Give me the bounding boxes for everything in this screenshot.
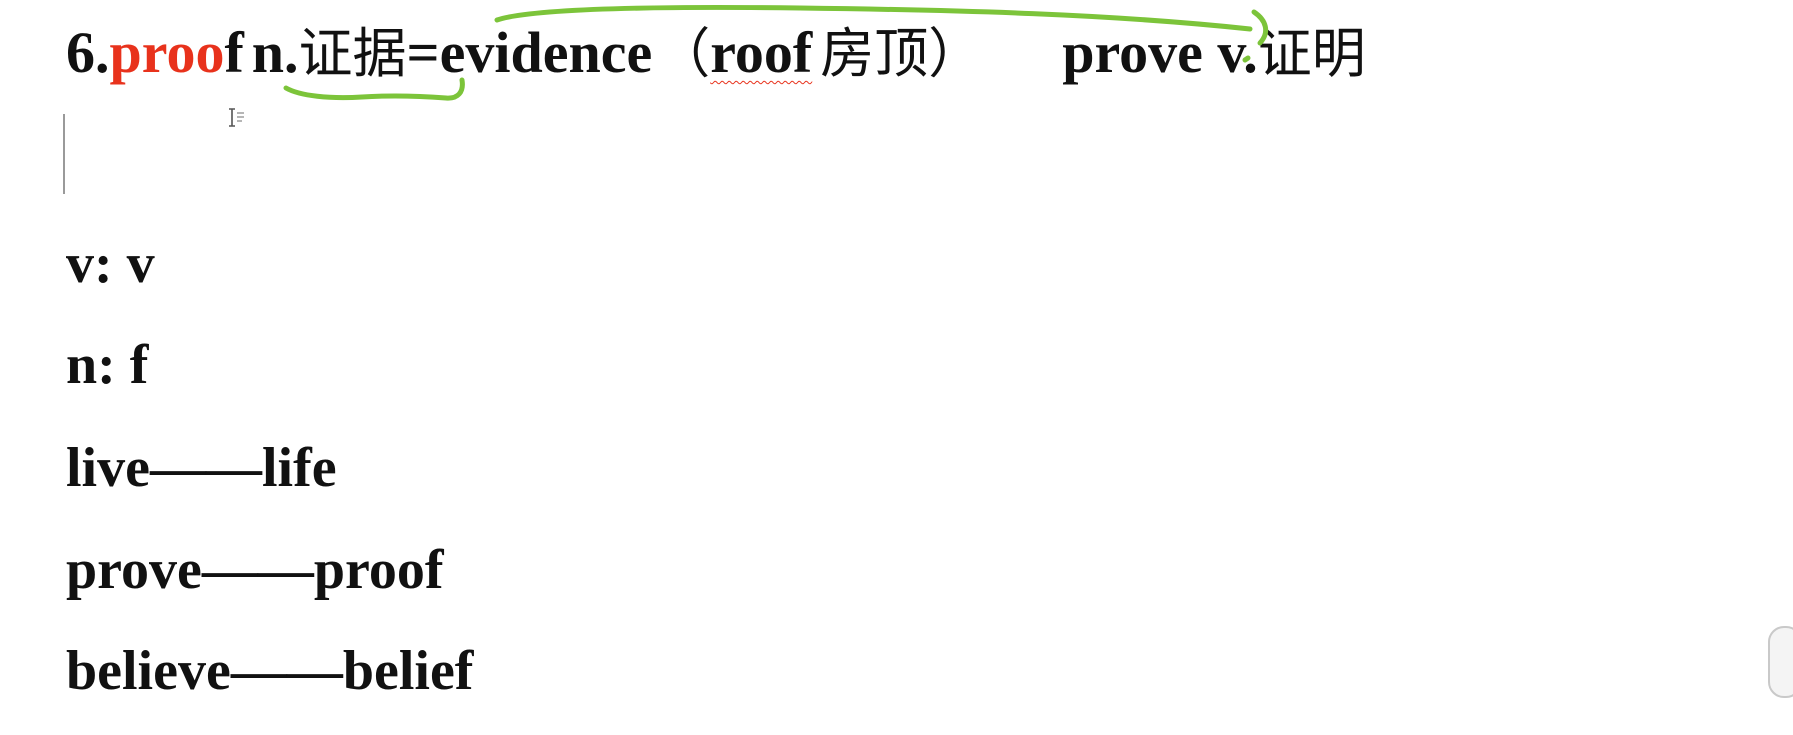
- rule-line-noun: n: f: [66, 334, 149, 396]
- verb-form: prove v.: [1062, 20, 1258, 85]
- annotation-layer: [283, 4, 1269, 101]
- pair-dash: ——: [149, 437, 262, 499]
- paren-close: ）: [928, 22, 983, 85]
- item-number: 6.: [66, 20, 110, 85]
- pair-dash: ——: [201, 539, 314, 601]
- word-rest: f: [224, 20, 244, 85]
- pair-noun: proof: [313, 539, 444, 601]
- text-insertion-caret: [63, 114, 65, 194]
- pair-verb: believe: [66, 640, 231, 702]
- roof-meaning: 房顶: [820, 22, 929, 85]
- pair-line-live: live——life: [66, 440, 337, 496]
- edge-handle-icon[interactable]: [1768, 626, 1793, 698]
- rule-line-verb: v: v: [66, 233, 155, 295]
- roof-word: roof: [710, 20, 813, 85]
- heading-line: 6.proof n.证据=evidence（roof 房顶） prove v.证明: [66, 24, 1366, 82]
- pair-verb: prove: [66, 539, 202, 601]
- word-highlight: proo: [109, 20, 225, 85]
- pair-noun: life: [261, 437, 337, 499]
- pair-line-prove: prove——proof: [66, 542, 443, 598]
- pair-noun: belief: [342, 640, 474, 702]
- meaning: 证据: [298, 22, 407, 85]
- paren-open: （: [656, 22, 711, 85]
- pair-line-believe: believe——belief: [66, 643, 473, 699]
- pair-dash: ——: [230, 640, 343, 702]
- verb-meaning: 证明: [1257, 22, 1366, 85]
- synonym: =evidence: [406, 20, 653, 85]
- text-cursor-icon: [229, 108, 244, 127]
- part-of-speech: n.: [251, 20, 299, 85]
- pair-verb: live: [66, 437, 150, 499]
